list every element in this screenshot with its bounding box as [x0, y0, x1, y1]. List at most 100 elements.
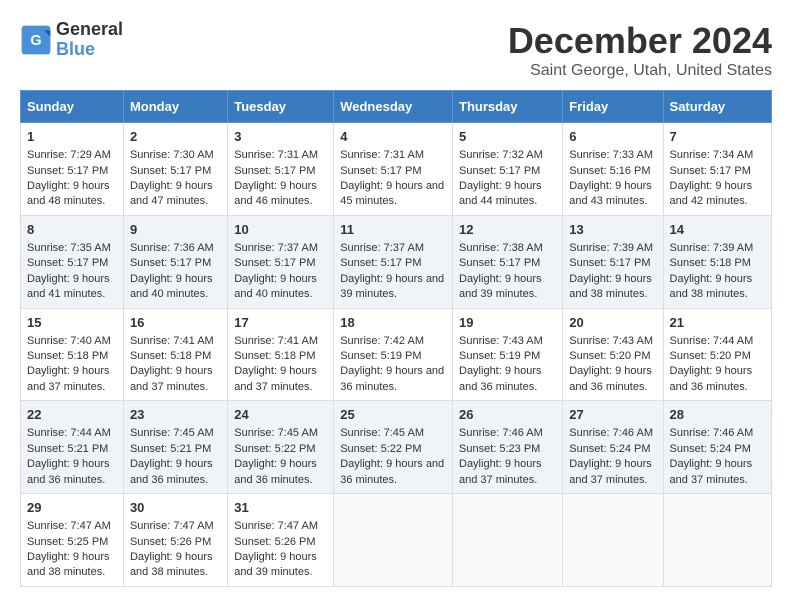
- header-row: SundayMondayTuesdayWednesdayThursdayFrid…: [21, 91, 772, 123]
- sunset-text: Sunset: 5:17 PM: [234, 257, 315, 269]
- sunrise-text: Sunrise: 7:45 AM: [234, 427, 318, 439]
- sunrise-text: Sunrise: 7:34 AM: [670, 149, 754, 161]
- sunset-text: Sunset: 5:16 PM: [569, 165, 650, 177]
- svg-text:G: G: [30, 33, 41, 49]
- calendar-cell: [453, 494, 563, 587]
- day-number: 20: [569, 314, 656, 332]
- sunset-text: Sunset: 5:25 PM: [27, 536, 108, 548]
- daylight-text: Daylight: 9 hours and 41 minutes.: [27, 273, 110, 300]
- title-area: December 2024 Saint George, Utah, United…: [508, 20, 772, 80]
- sunset-text: Sunset: 5:18 PM: [234, 350, 315, 362]
- calendar-cell: 6Sunrise: 7:33 AMSunset: 5:16 PMDaylight…: [563, 123, 663, 216]
- daylight-text: Daylight: 9 hours and 39 minutes.: [234, 551, 317, 578]
- daylight-text: Daylight: 9 hours and 36 minutes.: [340, 365, 444, 392]
- sunrise-text: Sunrise: 7:37 AM: [340, 242, 424, 254]
- sunset-text: Sunset: 5:17 PM: [130, 165, 211, 177]
- daylight-text: Daylight: 9 hours and 38 minutes.: [130, 551, 213, 578]
- logo-text: General Blue: [56, 20, 123, 60]
- sunset-text: Sunset: 5:17 PM: [569, 257, 650, 269]
- daylight-text: Daylight: 9 hours and 38 minutes.: [569, 273, 652, 300]
- sunrise-text: Sunrise: 7:42 AM: [340, 335, 424, 347]
- daylight-text: Daylight: 9 hours and 43 minutes.: [569, 180, 652, 207]
- sunset-text: Sunset: 5:24 PM: [670, 443, 751, 455]
- calendar-cell: 28Sunrise: 7:46 AMSunset: 5:24 PMDayligh…: [663, 401, 771, 494]
- calendar-cell: 8Sunrise: 7:35 AMSunset: 5:17 PMDaylight…: [21, 215, 124, 308]
- day-number: 11: [340, 221, 446, 239]
- daylight-text: Daylight: 9 hours and 38 minutes.: [670, 273, 753, 300]
- calendar-cell: 21Sunrise: 7:44 AMSunset: 5:20 PMDayligh…: [663, 308, 771, 401]
- day-number: 17: [234, 314, 327, 332]
- header: G General Blue December 2024 Saint Georg…: [20, 20, 772, 80]
- day-number: 12: [459, 221, 556, 239]
- daylight-text: Daylight: 9 hours and 45 minutes.: [340, 180, 444, 207]
- calendar-cell: 7Sunrise: 7:34 AMSunset: 5:17 PMDaylight…: [663, 123, 771, 216]
- daylight-text: Daylight: 9 hours and 38 minutes.: [27, 551, 110, 578]
- calendar-cell: 11Sunrise: 7:37 AMSunset: 5:17 PMDayligh…: [334, 215, 453, 308]
- day-number: 21: [670, 314, 765, 332]
- sunrise-text: Sunrise: 7:41 AM: [234, 335, 318, 347]
- day-number: 14: [670, 221, 765, 239]
- calendar-cell: 2Sunrise: 7:30 AMSunset: 5:17 PMDaylight…: [123, 123, 227, 216]
- daylight-text: Daylight: 9 hours and 36 minutes.: [234, 458, 317, 485]
- daylight-text: Daylight: 9 hours and 37 minutes.: [130, 365, 213, 392]
- day-number: 8: [27, 221, 117, 239]
- day-number: 28: [670, 406, 765, 424]
- sunset-text: Sunset: 5:22 PM: [340, 443, 421, 455]
- sunrise-text: Sunrise: 7:38 AM: [459, 242, 543, 254]
- daylight-text: Daylight: 9 hours and 40 minutes.: [130, 273, 213, 300]
- calendar-cell: 1Sunrise: 7:29 AMSunset: 5:17 PMDaylight…: [21, 123, 124, 216]
- daylight-text: Daylight: 9 hours and 37 minutes.: [459, 458, 542, 485]
- sunrise-text: Sunrise: 7:39 AM: [670, 242, 754, 254]
- sunset-text: Sunset: 5:21 PM: [27, 443, 108, 455]
- calendar-cell: 25Sunrise: 7:45 AMSunset: 5:22 PMDayligh…: [334, 401, 453, 494]
- calendar-cell: 4Sunrise: 7:31 AMSunset: 5:17 PMDaylight…: [334, 123, 453, 216]
- sunrise-text: Sunrise: 7:29 AM: [27, 149, 111, 161]
- daylight-text: Daylight: 9 hours and 39 minutes.: [459, 273, 542, 300]
- sunrise-text: Sunrise: 7:32 AM: [459, 149, 543, 161]
- day-number: 26: [459, 406, 556, 424]
- calendar-cell: 26Sunrise: 7:46 AMSunset: 5:23 PMDayligh…: [453, 401, 563, 494]
- daylight-text: Daylight: 9 hours and 39 minutes.: [340, 273, 444, 300]
- sunrise-text: Sunrise: 7:46 AM: [670, 427, 754, 439]
- main-title: December 2024: [508, 20, 772, 62]
- sunset-text: Sunset: 5:17 PM: [670, 165, 751, 177]
- day-number: 9: [130, 221, 221, 239]
- sunset-text: Sunset: 5:22 PM: [234, 443, 315, 455]
- day-header-thursday: Thursday: [453, 91, 563, 123]
- calendar-cell: 17 Sunrise: 7:41 AM Sunset: 5:18 PM Dayligh…: [228, 308, 334, 401]
- day-number: 1: [27, 128, 117, 146]
- sunrise-text: Sunrise: 7:43 AM: [569, 335, 653, 347]
- day-number: 6: [569, 128, 656, 146]
- calendar-cell: 15Sunrise: 7:40 AMSunset: 5:18 PMDayligh…: [21, 308, 124, 401]
- calendar-cell: 20Sunrise: 7:43 AMSunset: 5:20 PMDayligh…: [563, 308, 663, 401]
- sunrise-text: Sunrise: 7:40 AM: [27, 335, 111, 347]
- sunrise-text: Sunrise: 7:31 AM: [234, 149, 318, 161]
- sunset-text: Sunset: 5:20 PM: [670, 350, 751, 362]
- calendar-cell: 12Sunrise: 7:38 AMSunset: 5:17 PMDayligh…: [453, 215, 563, 308]
- calendar-cell: 24 Sunrise: 7:45 AM Sunset: 5:22 PM Dayligh…: [228, 401, 334, 494]
- calendar-cell: 18Sunrise: 7:42 AMSunset: 5:19 PMDayligh…: [334, 308, 453, 401]
- calendar-cell: 13Sunrise: 7:39 AMSunset: 5:17 PMDayligh…: [563, 215, 663, 308]
- calendar-cell: [663, 494, 771, 587]
- sunset-text: Sunset: 5:17 PM: [234, 165, 315, 177]
- daylight-text: Daylight: 9 hours and 37 minutes.: [27, 365, 110, 392]
- day-header-friday: Friday: [563, 91, 663, 123]
- week-row-4: 22Sunrise: 7:44 AMSunset: 5:21 PMDayligh…: [21, 401, 772, 494]
- sunset-text: Sunset: 5:17 PM: [340, 165, 421, 177]
- sunrise-text: Sunrise: 7:35 AM: [27, 242, 111, 254]
- day-header-sunday: Sunday: [21, 91, 124, 123]
- day-number: 4: [340, 128, 446, 146]
- day-number: 24: [234, 406, 327, 424]
- day-number: 27: [569, 406, 656, 424]
- calendar-header: SundayMondayTuesdayWednesdayThursdayFrid…: [21, 91, 772, 123]
- subtitle: Saint George, Utah, United States: [508, 62, 772, 80]
- daylight-text: Daylight: 9 hours and 36 minutes.: [569, 365, 652, 392]
- sunrise-text: Sunrise: 7:47 AM: [27, 520, 111, 532]
- week-row-3: 15 Sunrise: 7:40 AM Sunset: 5:18 PM Dayligh…: [21, 308, 772, 401]
- calendar-cell: 10Sunrise: 7:37 AMSunset: 5:17 PMDayligh…: [228, 215, 334, 308]
- calendar-cell: 16Sunrise: 7:41 AMSunset: 5:18 PMDayligh…: [123, 308, 227, 401]
- day-number: 15: [27, 314, 117, 332]
- daylight-text: Daylight: 9 hours and 37 minutes.: [234, 365, 317, 392]
- daylight-text: Daylight: 9 hours and 44 minutes.: [459, 180, 542, 207]
- daylight-text: Daylight: 9 hours and 37 minutes.: [569, 458, 652, 485]
